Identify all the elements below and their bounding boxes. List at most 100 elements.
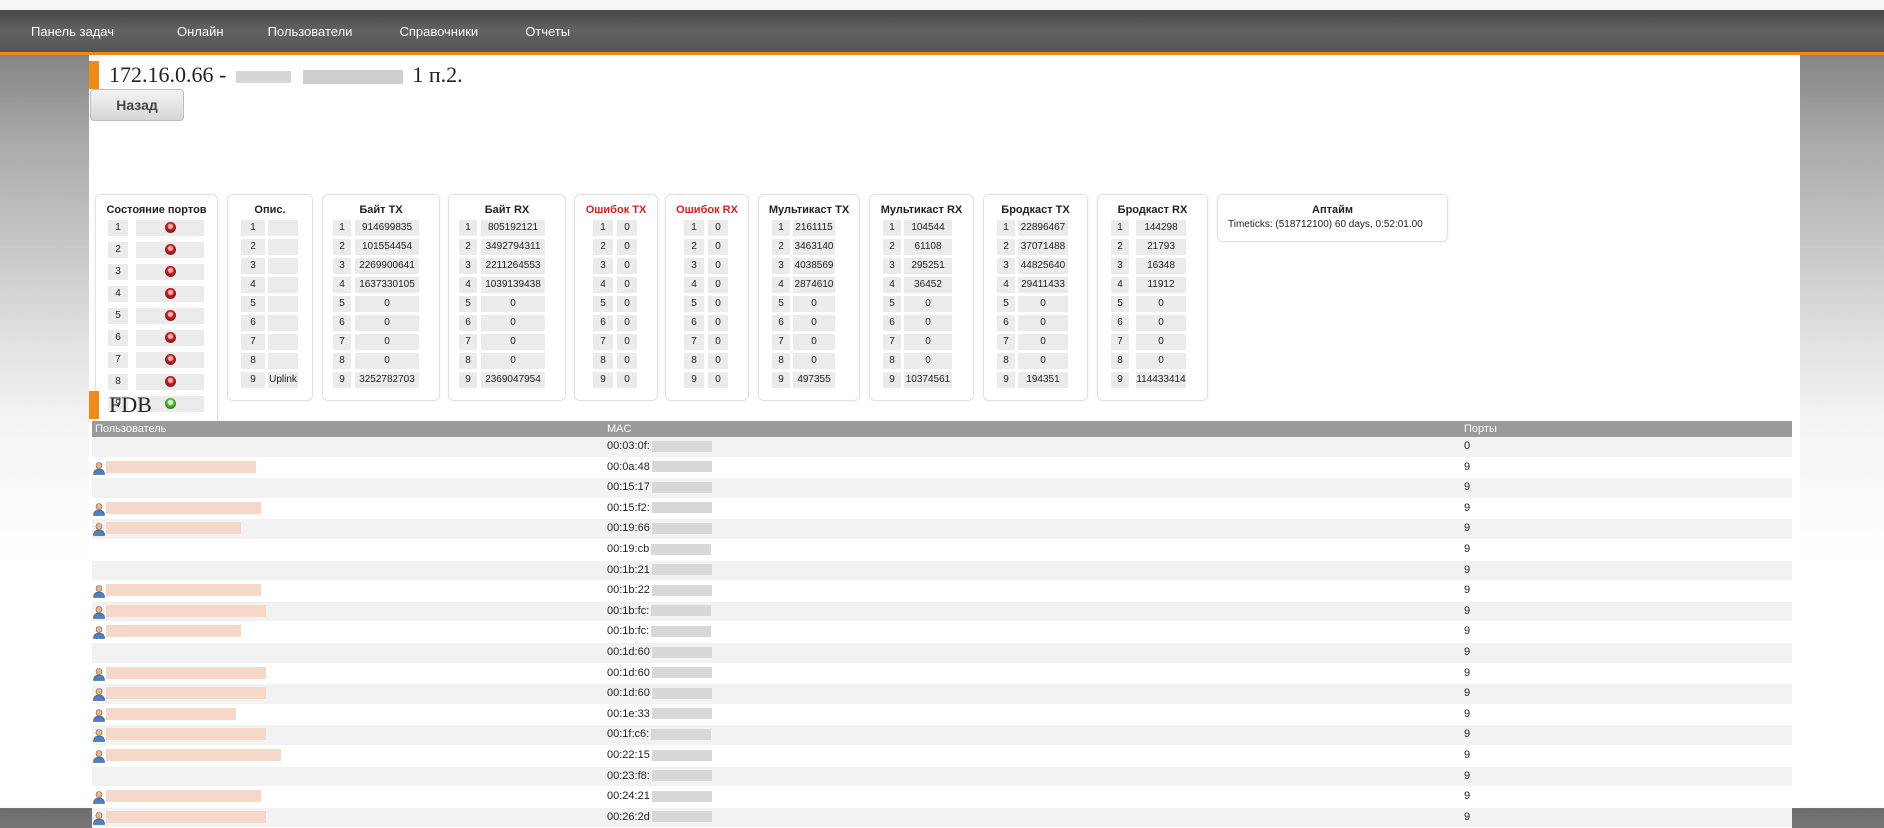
fdb-row[interactable]: 00:22:15 9 (92, 745, 1792, 767)
back-button[interactable]: Назад (90, 89, 184, 121)
stat-value: 0 (617, 296, 637, 312)
stat-value: 0 (617, 372, 637, 388)
fdb-row[interactable]: 00:1b:fc: 9 (92, 622, 1792, 643)
nav-item-online[interactable]: Онлайн (177, 24, 224, 39)
fdb-user-cell (92, 622, 602, 642)
redacted-user-name[interactable] (106, 604, 266, 617)
fdb-row[interactable]: 00:19:cb 9 (92, 539, 1792, 561)
redacted-user-name[interactable] (106, 584, 261, 597)
user-icon[interactable] (92, 502, 106, 516)
stat-value: 0 (1018, 296, 1068, 312)
user-icon[interactable] (92, 790, 106, 804)
fdb-row[interactable]: 00:1d:60 9 (92, 684, 1792, 705)
mac-address: 00:1b:fc: (607, 604, 650, 617)
user-icon[interactable] (92, 461, 106, 475)
panel-title: Бродкаст RX (1117, 204, 1188, 216)
fdb-row[interactable]: 00:15:f2: 9 (92, 498, 1792, 520)
redacted-user-name[interactable] (106, 728, 266, 741)
user-icon[interactable] (92, 687, 106, 701)
port-number: 9 (883, 372, 901, 388)
stat-value: 2874610 (793, 277, 835, 293)
col-header-user[interactable]: Пользователь (92, 421, 602, 437)
user-icon[interactable] (92, 584, 106, 598)
fdb-row[interactable]: 00:1d:60 9 (92, 663, 1792, 685)
fdb-port-cell: 9 (1464, 584, 1471, 597)
user-icon[interactable] (92, 605, 106, 619)
redacted-user-name[interactable] (106, 790, 261, 803)
col-header-mac[interactable]: MAC (604, 421, 1459, 437)
user-icon[interactable] (92, 708, 106, 722)
fdb-port-cell: 9 (1464, 748, 1471, 761)
nav-item-references[interactable]: Справочники (399, 24, 478, 39)
stat-value: 0 (617, 334, 637, 350)
fdb-row[interactable]: 00:19:66 9 (92, 519, 1792, 540)
redacted-user-name[interactable] (106, 501, 261, 514)
redacted-user-name[interactable] (106, 707, 236, 720)
panel-title: Ошибок RX (676, 204, 738, 216)
stat-row: 6 (228, 315, 312, 331)
nav-item-dashboard[interactable]: Панель задач (31, 24, 114, 39)
port-number: 3 (772, 258, 790, 274)
stat-value: 0 (481, 315, 545, 331)
fdb-row[interactable]: 00:26:2d 9 (92, 807, 1792, 828)
port-number: 5 (684, 296, 704, 312)
stat-row: 70 (1098, 334, 1207, 350)
port-number: 9 (1111, 372, 1129, 388)
stat-row: 4 11912 (1098, 277, 1207, 293)
stat-value: 0 (617, 277, 637, 293)
port-number: 8 (459, 353, 477, 369)
fdb-row[interactable]: 00:1b:22 9 (92, 581, 1792, 602)
redacted-user-name[interactable] (106, 748, 281, 761)
stat-row: 60 (666, 315, 748, 331)
user-icon[interactable] (92, 728, 106, 743)
stat-value: 0 (708, 239, 728, 255)
fdb-row[interactable]: 00:1f:c6: 9 (92, 725, 1792, 746)
fdb-row[interactable]: 00:24:21 9 (92, 787, 1792, 808)
fdb-row[interactable]: 00:23:f8: 9 (92, 766, 1792, 788)
user-icon[interactable] (92, 749, 106, 763)
page-title-ip: 172.16.0.66 - (109, 62, 227, 87)
port-number: 7 (883, 334, 901, 350)
mac-address: 00:1b:fc: (607, 625, 650, 638)
user-icon[interactable] (92, 667, 106, 681)
stat-row: 9 3252782703 (323, 372, 439, 388)
stat-row: 1 2161115 (759, 220, 859, 236)
user-icon[interactable] (92, 625, 106, 640)
fdb-row[interactable]: 00:1b:fc: 9 (92, 601, 1792, 623)
stat-value: Uplink (268, 372, 298, 388)
panel-title: Мультикаст TX (768, 204, 850, 216)
stat-row: 8 (228, 353, 312, 369)
fdb-row[interactable]: 00:15:17 9 (92, 478, 1792, 499)
port-down-icon (164, 354, 176, 365)
fdb-row[interactable]: 00:1e:33 9 (92, 704, 1792, 726)
stat-row: 70 (870, 334, 973, 350)
redacted-user-name[interactable] (106, 666, 266, 679)
fdb-table-header: Пользователь MAC Порты (92, 421, 1792, 437)
port-number: 6 (684, 315, 704, 331)
stat-value: 805192121 (481, 220, 545, 236)
redacted-user-name[interactable] (106, 460, 256, 473)
port-number: 2 (772, 239, 790, 255)
port-number: 5 (333, 296, 351, 312)
redacted-user-name[interactable] (106, 522, 241, 535)
nav-item-users[interactable]: Пользователи (268, 24, 353, 39)
user-icon[interactable] (92, 522, 106, 537)
redacted-user-name[interactable] (106, 687, 266, 700)
fdb-row[interactable]: 00:1b:21 9 (92, 560, 1792, 582)
redacted-text (651, 708, 712, 720)
port-number: 2 (684, 239, 704, 255)
stat-row: 7 (228, 334, 312, 350)
port-number: 3 (997, 258, 1015, 274)
user-icon[interactable] (92, 811, 106, 825)
col-header-ports[interactable]: Порты (1461, 421, 1791, 437)
redacted-user-name[interactable] (106, 810, 266, 823)
fdb-table: Пользователь MAC Порты 00:03:0f: 0 00:0a:4… (92, 421, 1792, 828)
nav-item-reports[interactable]: Отчеты (525, 24, 570, 39)
fdb-port-cell: 9 (1464, 666, 1471, 679)
fdb-row[interactable]: 00:03:0f: 0 (92, 437, 1792, 458)
redacted-user-name[interactable] (106, 625, 241, 638)
fdb-row[interactable]: 00:0a:48 9 (92, 457, 1792, 479)
redacted-text (651, 728, 712, 740)
stat-value: 29411433 (1018, 277, 1068, 293)
fdb-row[interactable]: 00:1d:60 9 (92, 642, 1792, 664)
